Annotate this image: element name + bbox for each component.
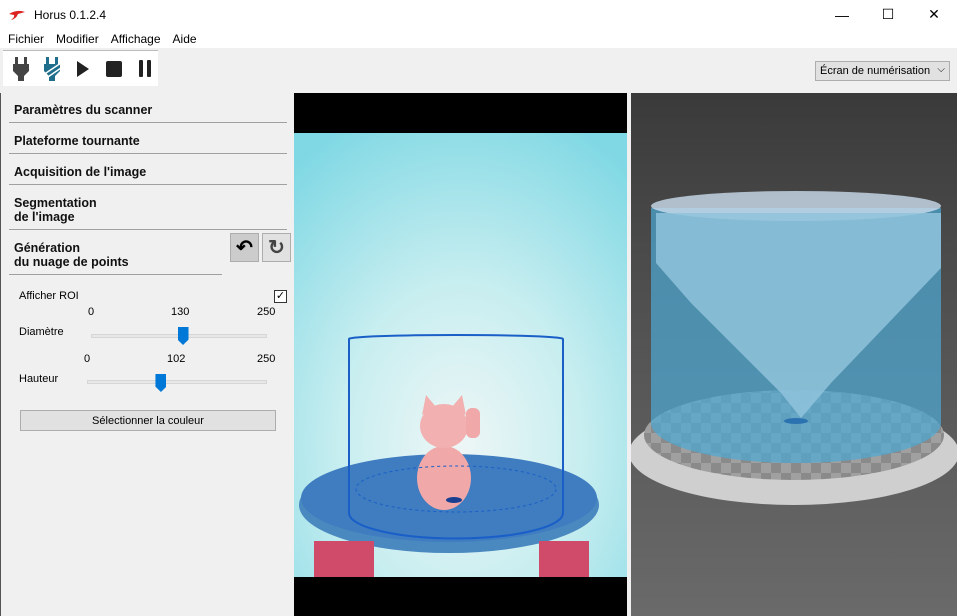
chevron-down-icon: ⌵ bbox=[937, 64, 945, 75]
section-image-acquisition[interactable]: Acquisition de l'image bbox=[14, 165, 146, 179]
control-panel: Paramètres du scanner Plateforme tournan… bbox=[0, 93, 293, 616]
height-label: Hauteur bbox=[19, 373, 59, 385]
redo-button[interactable]: ↻ bbox=[262, 233, 291, 262]
disconnect-icon[interactable] bbox=[39, 56, 64, 82]
menu-fichier[interactable]: Fichier bbox=[2, 32, 50, 46]
divider bbox=[9, 274, 222, 275]
diameter-label: Diamètre bbox=[19, 326, 64, 338]
diameter-max: 250 bbox=[257, 306, 276, 318]
play-icon[interactable] bbox=[70, 56, 95, 82]
menu-affichage[interactable]: Affichage bbox=[105, 32, 167, 46]
divider bbox=[9, 153, 287, 154]
divider bbox=[9, 229, 287, 230]
height-slider[interactable] bbox=[87, 380, 267, 384]
section-scanner-params[interactable]: Paramètres du scanner bbox=[14, 103, 152, 117]
height-value: 102 bbox=[167, 353, 186, 365]
menu-bar: Fichier Modifier Affichage Aide bbox=[0, 29, 957, 48]
menu-aide[interactable]: Aide bbox=[167, 32, 203, 46]
undo-button[interactable]: ↶ bbox=[230, 233, 259, 262]
diameter-slider-thumb[interactable] bbox=[177, 327, 189, 345]
minimize-button[interactable]: — bbox=[819, 0, 865, 29]
view-select[interactable]: Écran de numérisation ⌵ bbox=[815, 61, 950, 81]
section-point-cloud[interactable]: Génération bbox=[14, 241, 80, 255]
connect-icon[interactable] bbox=[8, 56, 33, 82]
show-roi-label: Afficher ROI bbox=[19, 290, 79, 302]
menu-modifier[interactable]: Modifier bbox=[50, 32, 105, 46]
window-title: Horus 0.1.2.4 bbox=[34, 7, 107, 22]
camera-view bbox=[294, 93, 627, 616]
height-min: 0 bbox=[84, 353, 91, 365]
section-turntable[interactable]: Plateforme tournante bbox=[14, 134, 140, 148]
3d-point-cloud-view bbox=[631, 93, 957, 616]
view-select-value: Écran de numérisation bbox=[820, 65, 931, 77]
section-segmentation[interactable]: Segmentation bbox=[14, 196, 97, 210]
close-button[interactable]: ✕ bbox=[911, 0, 957, 29]
divider bbox=[9, 122, 287, 123]
select-color-button[interactable]: Sélectionner la couleur bbox=[20, 410, 276, 431]
stop-icon[interactable] bbox=[102, 56, 127, 82]
show-roi-checkbox[interactable]: ✓ bbox=[274, 290, 287, 303]
pause-icon[interactable] bbox=[133, 56, 158, 82]
diameter-min: 0 bbox=[88, 306, 95, 318]
redo-icon: ↻ bbox=[268, 237, 285, 259]
undo-icon: ↶ bbox=[236, 237, 253, 259]
horus-logo-icon bbox=[9, 10, 25, 20]
height-slider-thumb[interactable] bbox=[155, 374, 167, 392]
toolbar bbox=[3, 50, 158, 86]
section-segmentation-line2[interactable]: de l'image bbox=[14, 210, 75, 224]
section-point-cloud-line2[interactable]: du nuage de points bbox=[14, 255, 129, 269]
title-bar: Horus 0.1.2.4 — ☐ ✕ bbox=[0, 0, 957, 29]
diameter-value: 130 bbox=[171, 306, 190, 318]
height-max: 250 bbox=[257, 353, 276, 365]
divider bbox=[9, 184, 287, 185]
maximize-button[interactable]: ☐ bbox=[865, 0, 911, 29]
